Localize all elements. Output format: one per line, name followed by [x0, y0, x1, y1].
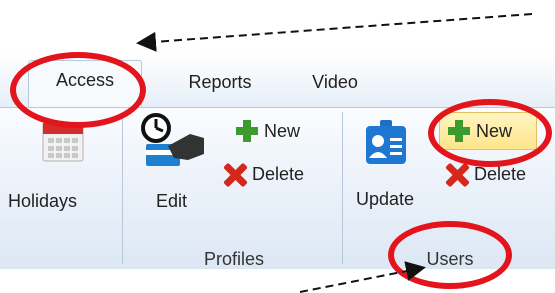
- annotation-arrows: [136, 13, 533, 293]
- annotation-arrow-bottom: [299, 261, 426, 293]
- annotation-arrow-top: [136, 13, 533, 52]
